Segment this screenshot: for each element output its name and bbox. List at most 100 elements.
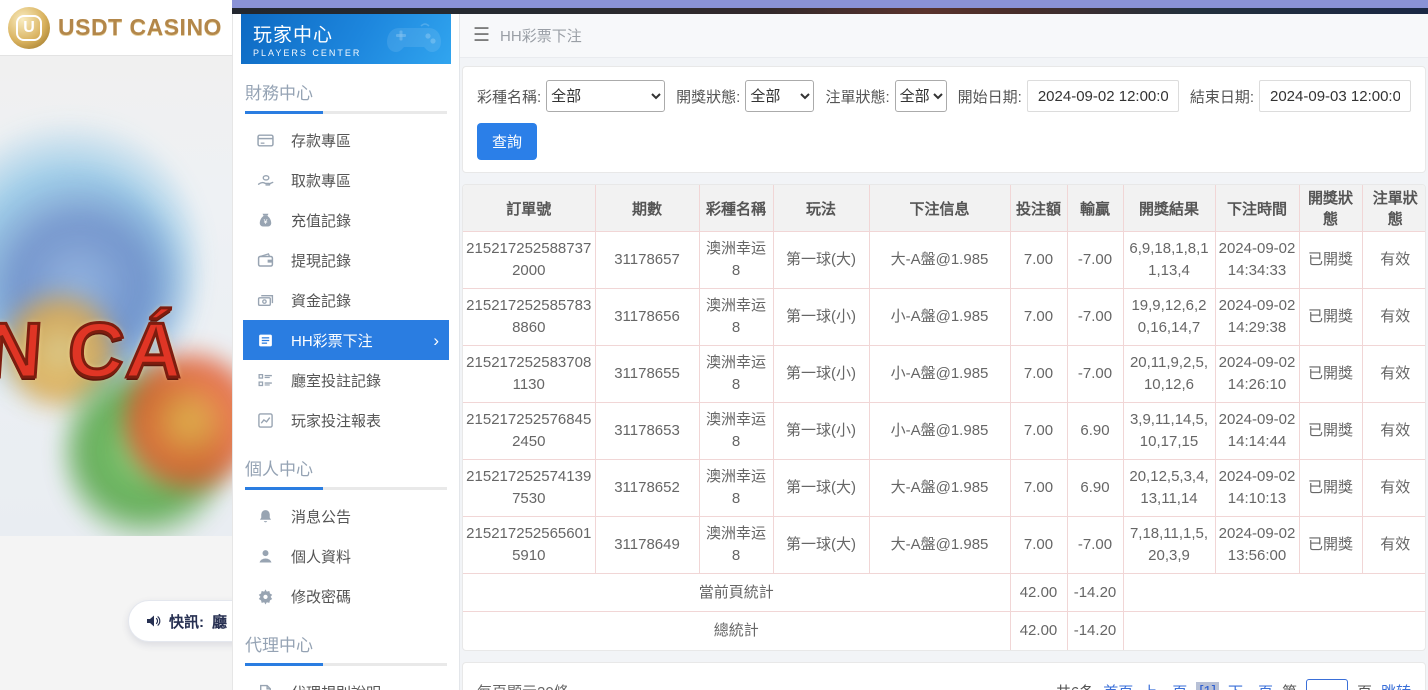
- sidebar-item-label: 資金記錄: [291, 290, 351, 311]
- bet-cell: 7.00: [1010, 517, 1067, 574]
- bet-cell: 2152172525887372000: [463, 232, 595, 289]
- bet-row: 215217252565601591031178649澳洲幸运8第一球(大)大-…: [463, 517, 1426, 574]
- bet-row: 215217252583708113031178655澳洲幸运8第一球(小)小-…: [463, 346, 1426, 403]
- summary-bet-total: 42.00: [1010, 574, 1067, 612]
- svg-text:¥: ¥: [264, 218, 268, 225]
- lottery-name-select[interactable]: 全部: [546, 80, 665, 112]
- first-page-link[interactable]: 首页: [1103, 681, 1133, 690]
- bet-cell: 2152172525837081130: [463, 346, 595, 403]
- draw-status-label: 開獎狀態:: [676, 86, 740, 107]
- usdt-coin-logo-icon: U: [8, 7, 50, 49]
- sidebar-item-label: 代理規則說明: [291, 682, 381, 690]
- jump-action-link[interactable]: 跳转: [1381, 681, 1411, 690]
- column-header: 開獎狀態: [1299, 185, 1362, 232]
- bet-cell: 第一球(小): [773, 403, 869, 460]
- column-header: 彩種名稱: [699, 185, 773, 232]
- sidebar-item-個人資料[interactable]: 個人資料: [243, 536, 449, 576]
- bet-cell: 小-A盤@1.985: [869, 403, 1010, 460]
- next-page-link[interactable]: 下一页: [1228, 681, 1273, 690]
- jump-suffix-label: 页: [1357, 681, 1372, 690]
- start-date-input[interactable]: [1027, 80, 1179, 112]
- lottery-list-icon: [257, 332, 274, 349]
- bet-cell: 2024-09-02 14:29:38: [1215, 289, 1299, 346]
- summary-bet-total: 42.00: [1010, 612, 1067, 650]
- bell-icon: [257, 508, 274, 525]
- order-status-select[interactable]: 全部: [895, 80, 947, 112]
- breadcrumb: ☰ HH彩票下注: [460, 14, 1428, 58]
- news-ticker-text: 廳: [212, 611, 227, 632]
- user-icon: [257, 548, 274, 565]
- column-header: 投注額: [1010, 185, 1067, 232]
- report-chart-icon: [257, 412, 274, 429]
- bet-cell: 31178649: [595, 517, 699, 574]
- bet-cell: 已開獎: [1299, 517, 1362, 574]
- end-date-input[interactable]: [1259, 80, 1411, 112]
- coin-letter: U: [16, 15, 42, 41]
- bet-cell: 有效: [1362, 346, 1426, 403]
- game-banner-art: N CÁ: [0, 56, 232, 536]
- sidebar-item-修改密碼[interactable]: 修改密碼: [243, 576, 449, 616]
- search-button[interactable]: 查詢: [477, 123, 537, 160]
- bet-row: 215217252588737200031178657澳洲幸运8第一球(大)大-…: [463, 232, 1426, 289]
- sidebar-item-代理規則說明[interactable]: 代理規則說明: [243, 672, 449, 690]
- room-records-icon: [257, 372, 274, 389]
- moneybag-icon: ¥: [257, 212, 274, 229]
- bet-cell: 已開獎: [1299, 403, 1362, 460]
- sidebar-item-label: 取款專區: [291, 170, 351, 191]
- funds-icon: [257, 292, 274, 309]
- sidebar-item-label: 個人資料: [291, 546, 351, 567]
- bet-cell: 7.00: [1010, 403, 1067, 460]
- sidebar-item-label: 修改密碼: [291, 586, 351, 607]
- bet-cell: 有效: [1362, 232, 1426, 289]
- section-rule: [245, 111, 447, 114]
- sidebar: 玩家中心 PLAYERS CENTER 財務中心存款專區取款專區¥充值記錄提現記…: [232, 14, 460, 690]
- start-date-label: 開始日期:: [958, 86, 1022, 107]
- bet-cell: 6,9,18,1,8,11,13,4: [1123, 232, 1215, 289]
- sidebar-item-充值記錄[interactable]: ¥充值記錄: [243, 200, 449, 240]
- brand-name: USDT CASINO: [58, 14, 222, 41]
- bet-cell: 第一球(大): [773, 232, 869, 289]
- sidebar-item-廳室投註記錄[interactable]: 廳室投註記錄: [243, 360, 449, 400]
- column-header: 期數: [595, 185, 699, 232]
- column-header: 注單狀態: [1362, 185, 1426, 232]
- sidebar-item-消息公告[interactable]: 消息公告: [243, 496, 449, 536]
- bet-cell: 第一球(大): [773, 460, 869, 517]
- bet-cell: 澳洲幸运8: [699, 232, 773, 289]
- news-ticker-pill[interactable]: 快訊: 廳: [128, 600, 232, 642]
- bet-cell: -7.00: [1067, 289, 1123, 346]
- section-title: 代理中心: [245, 631, 447, 656]
- bet-cell: 7.00: [1010, 289, 1067, 346]
- sidebar-item-HH彩票下注[interactable]: HH彩票下注›: [243, 320, 449, 360]
- summary-winloss-total: -14.20: [1067, 574, 1123, 612]
- page-jump-input[interactable]: [1306, 679, 1348, 690]
- column-header: 玩法: [773, 185, 869, 232]
- bet-cell: 第一球(大): [773, 517, 869, 574]
- summary-empty: [1123, 574, 1426, 612]
- bet-cell: 大-A盤@1.985: [869, 232, 1010, 289]
- bet-cell: 6.90: [1067, 403, 1123, 460]
- menu-toggle-icon[interactable]: ☰: [473, 26, 490, 45]
- draw-status-select[interactable]: 全部: [745, 80, 814, 112]
- bet-cell: 澳洲幸运8: [699, 517, 773, 574]
- sidebar-item-玩家投注報表[interactable]: 玩家投注報表: [243, 400, 449, 440]
- sidebar-item-label: 玩家投注報表: [291, 410, 381, 431]
- sidebar-item-資金記錄[interactable]: 資金記錄: [243, 280, 449, 320]
- deposit-card-icon: [257, 132, 274, 149]
- sidebar-item-取款專區[interactable]: 取款專區: [243, 160, 449, 200]
- right-wrap: 玩家中心 PLAYERS CENTER 財務中心存款專區取款專區¥充值記錄提現記…: [232, 0, 1428, 690]
- sidebar-item-label: 消息公告: [291, 506, 351, 527]
- bet-cell: 7.00: [1010, 346, 1067, 403]
- prev-page-link[interactable]: 上一页: [1142, 681, 1187, 690]
- bet-cell: -7.00: [1067, 232, 1123, 289]
- current-page-indicator: [1]: [1196, 682, 1219, 690]
- sidebar-item-存款專區[interactable]: 存款專區: [243, 120, 449, 160]
- sidebar-item-提現記錄[interactable]: 提現記錄: [243, 240, 449, 280]
- order-status-label: 注單狀態:: [825, 86, 889, 107]
- section-rule: [245, 663, 447, 666]
- bet-cell: 31178657: [595, 232, 699, 289]
- bet-cell: 2152172525741397530: [463, 460, 595, 517]
- bet-cell: 第一球(小): [773, 289, 869, 346]
- bet-cell: 6.90: [1067, 460, 1123, 517]
- summary-winloss-total: -14.20: [1067, 612, 1123, 650]
- bet-cell: 已開獎: [1299, 232, 1362, 289]
